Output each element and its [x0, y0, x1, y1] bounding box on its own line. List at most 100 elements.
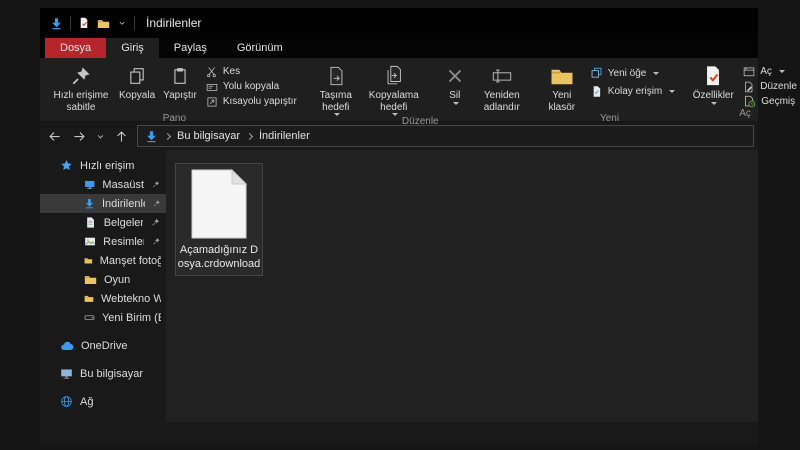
sidebar-item-downloads[interactable]: İndirilenler — [40, 194, 166, 213]
up-button[interactable] — [109, 125, 133, 147]
tab-view[interactable]: Görünüm — [222, 38, 298, 58]
this-pc-icon — [60, 367, 73, 380]
open-label: Aç — [760, 66, 772, 77]
documents-icon — [84, 216, 97, 229]
copy-icon — [128, 67, 146, 85]
sidebar-item-onedrive[interactable]: OneDrive — [40, 336, 166, 355]
new-folder-button[interactable]: Yeni klasör — [540, 61, 584, 113]
open-group-label: Aç — [689, 108, 800, 121]
rename-button[interactable]: Yeniden adlandır — [474, 61, 530, 113]
address-bar-row: Bu bilgisayar İndirilenler — [40, 122, 758, 150]
copy-path-button[interactable]: Yolu kopyala — [204, 80, 299, 93]
tab-file[interactable]: Dosya — [45, 38, 106, 58]
sidebar-item-webtekno-word[interactable]: Webtekno Word — [40, 289, 166, 308]
breadcrumb-chevron-icon — [164, 132, 171, 139]
sidebar-item-manset-fotograflari[interactable]: Manşet fotoğrafları — [40, 251, 166, 270]
forward-arrow-icon — [72, 129, 87, 144]
paste-button[interactable]: Yapıştır — [160, 61, 200, 102]
rename-label: Yeniden adlandır — [477, 90, 527, 113]
pictures-icon — [84, 235, 96, 248]
qat-separator — [70, 16, 71, 30]
open-button[interactable]: Aç — [741, 65, 799, 78]
sidebar-item-oyun[interactable]: Oyun — [40, 270, 166, 289]
blank-document-icon — [191, 169, 247, 239]
history-icon — [743, 95, 756, 108]
folder-label: Oyun — [104, 274, 130, 286]
downloads-icon — [84, 197, 95, 210]
paste-icon — [171, 67, 189, 85]
scissors-icon — [206, 66, 218, 78]
tab-home[interactable]: Giriş — [106, 38, 159, 58]
move-to-icon — [325, 65, 347, 87]
folder-icon — [84, 292, 94, 305]
sidebar-item-desktop[interactable]: Masaüstü — [40, 175, 166, 194]
documents-label: Belgeler — [104, 217, 144, 229]
pin-icon — [151, 179, 161, 190]
new-item-button[interactable]: Yeni öğe — [588, 67, 677, 80]
easy-access-label: Kolay erişim — [608, 86, 662, 97]
edit-button[interactable]: Düzenle — [741, 80, 799, 93]
explorer-window: İndirilenler Dosya Giriş Paylaş Görünüm … — [40, 8, 758, 445]
tab-share[interactable]: Paylaş — [159, 38, 222, 58]
network-icon — [60, 395, 73, 408]
folder-icon — [84, 273, 97, 286]
move-to-label: Taşıma hedefi — [314, 90, 358, 113]
desktop-icon — [84, 178, 95, 191]
new-item-label: Yeni öğe — [608, 68, 647, 79]
edit-label: Düzenle — [760, 81, 797, 92]
easy-access-icon — [590, 85, 603, 98]
sidebar-item-this-pc[interactable]: Bu bilgisayar — [40, 364, 166, 383]
sidebar-item-network[interactable]: Ağ — [40, 392, 166, 411]
up-arrow-icon — [114, 129, 129, 144]
copy-to-label: Kopyalama hedefi — [366, 90, 422, 113]
properties-button[interactable]: Özellikler — [689, 61, 737, 105]
file-item-crdownload[interactable]: Açamadığınız Dosya.crdownload — [175, 163, 263, 276]
downloads-icon — [50, 17, 63, 30]
breadcrumb-downloads[interactable]: İndirilenler — [259, 130, 310, 142]
desktop-label: Masaüstü — [102, 179, 144, 191]
pictures-label: Resimler — [103, 236, 144, 248]
pin-to-quick-access-button[interactable]: Hızlı erişime sabitle — [48, 61, 114, 113]
folder-icon — [84, 254, 93, 267]
drive-icon — [84, 311, 95, 324]
navigation-pane: Hızlı erişim Masaüstü İndirilenler Belge… — [40, 150, 166, 411]
dropdown-caret-icon — [779, 70, 785, 73]
address-breadcrumb[interactable]: Bu bilgisayar İndirilenler — [137, 125, 754, 147]
history-button[interactable]: Geçmiş — [741, 95, 799, 108]
folder-qat-icon[interactable] — [97, 17, 110, 30]
ribbon-group-open: Özellikler Aç Düzenle Geçmiş — [687, 59, 800, 121]
downloads-location-icon — [145, 130, 158, 143]
recent-locations-button[interactable] — [92, 125, 108, 147]
sidebar-item-quick-access[interactable]: Hızlı erişim — [40, 156, 166, 175]
qat-chevron-down-icon[interactable] — [117, 18, 127, 28]
back-button[interactable] — [42, 125, 66, 147]
star-icon — [60, 159, 73, 172]
pin-to-quick-access-label: Hızlı erişime sabitle — [51, 90, 111, 113]
ribbon: Hızlı erişime sabitle Kopyala Yapıştır K… — [40, 58, 758, 122]
folder-label: Manşet fotoğrafları — [100, 255, 161, 267]
paste-shortcut-button[interactable]: Kısayolu yapıştır — [204, 95, 299, 108]
properties-qat-icon[interactable] — [78, 17, 90, 29]
sidebar-item-documents[interactable]: Belgeler — [40, 213, 166, 232]
delete-button[interactable]: Sil — [438, 61, 472, 105]
breadcrumb-this-pc[interactable]: Bu bilgisayar — [177, 130, 240, 142]
this-pc-label: Bu bilgisayar — [80, 368, 143, 380]
dropdown-caret-icon — [711, 102, 717, 105]
sidebar-item-drive-e[interactable]: Yeni Birim (E:) — [40, 308, 166, 327]
history-label: Geçmiş — [761, 96, 795, 107]
open-icon — [743, 66, 755, 78]
move-to-button[interactable]: Taşıma hedefi — [311, 61, 361, 116]
file-list-pane[interactable]: Açamadığınız Dosya.crdownload — [166, 150, 758, 422]
cut-button[interactable]: Kes — [204, 65, 299, 78]
copy-button[interactable]: Kopyala — [116, 61, 158, 102]
delete-icon — [444, 65, 466, 87]
sidebar-item-pictures[interactable]: Resimler — [40, 232, 166, 251]
easy-access-button[interactable]: Kolay erişim — [588, 85, 677, 98]
properties-icon — [702, 65, 724, 87]
forward-button[interactable] — [67, 125, 91, 147]
copy-to-icon — [383, 65, 405, 87]
file-name: Açamadığınız Dosya.crdownload — [177, 243, 261, 272]
paste-shortcut-icon — [206, 96, 218, 108]
copy-to-button[interactable]: Kopyalama hedefi — [363, 61, 425, 116]
properties-label: Özellikler — [693, 90, 734, 102]
